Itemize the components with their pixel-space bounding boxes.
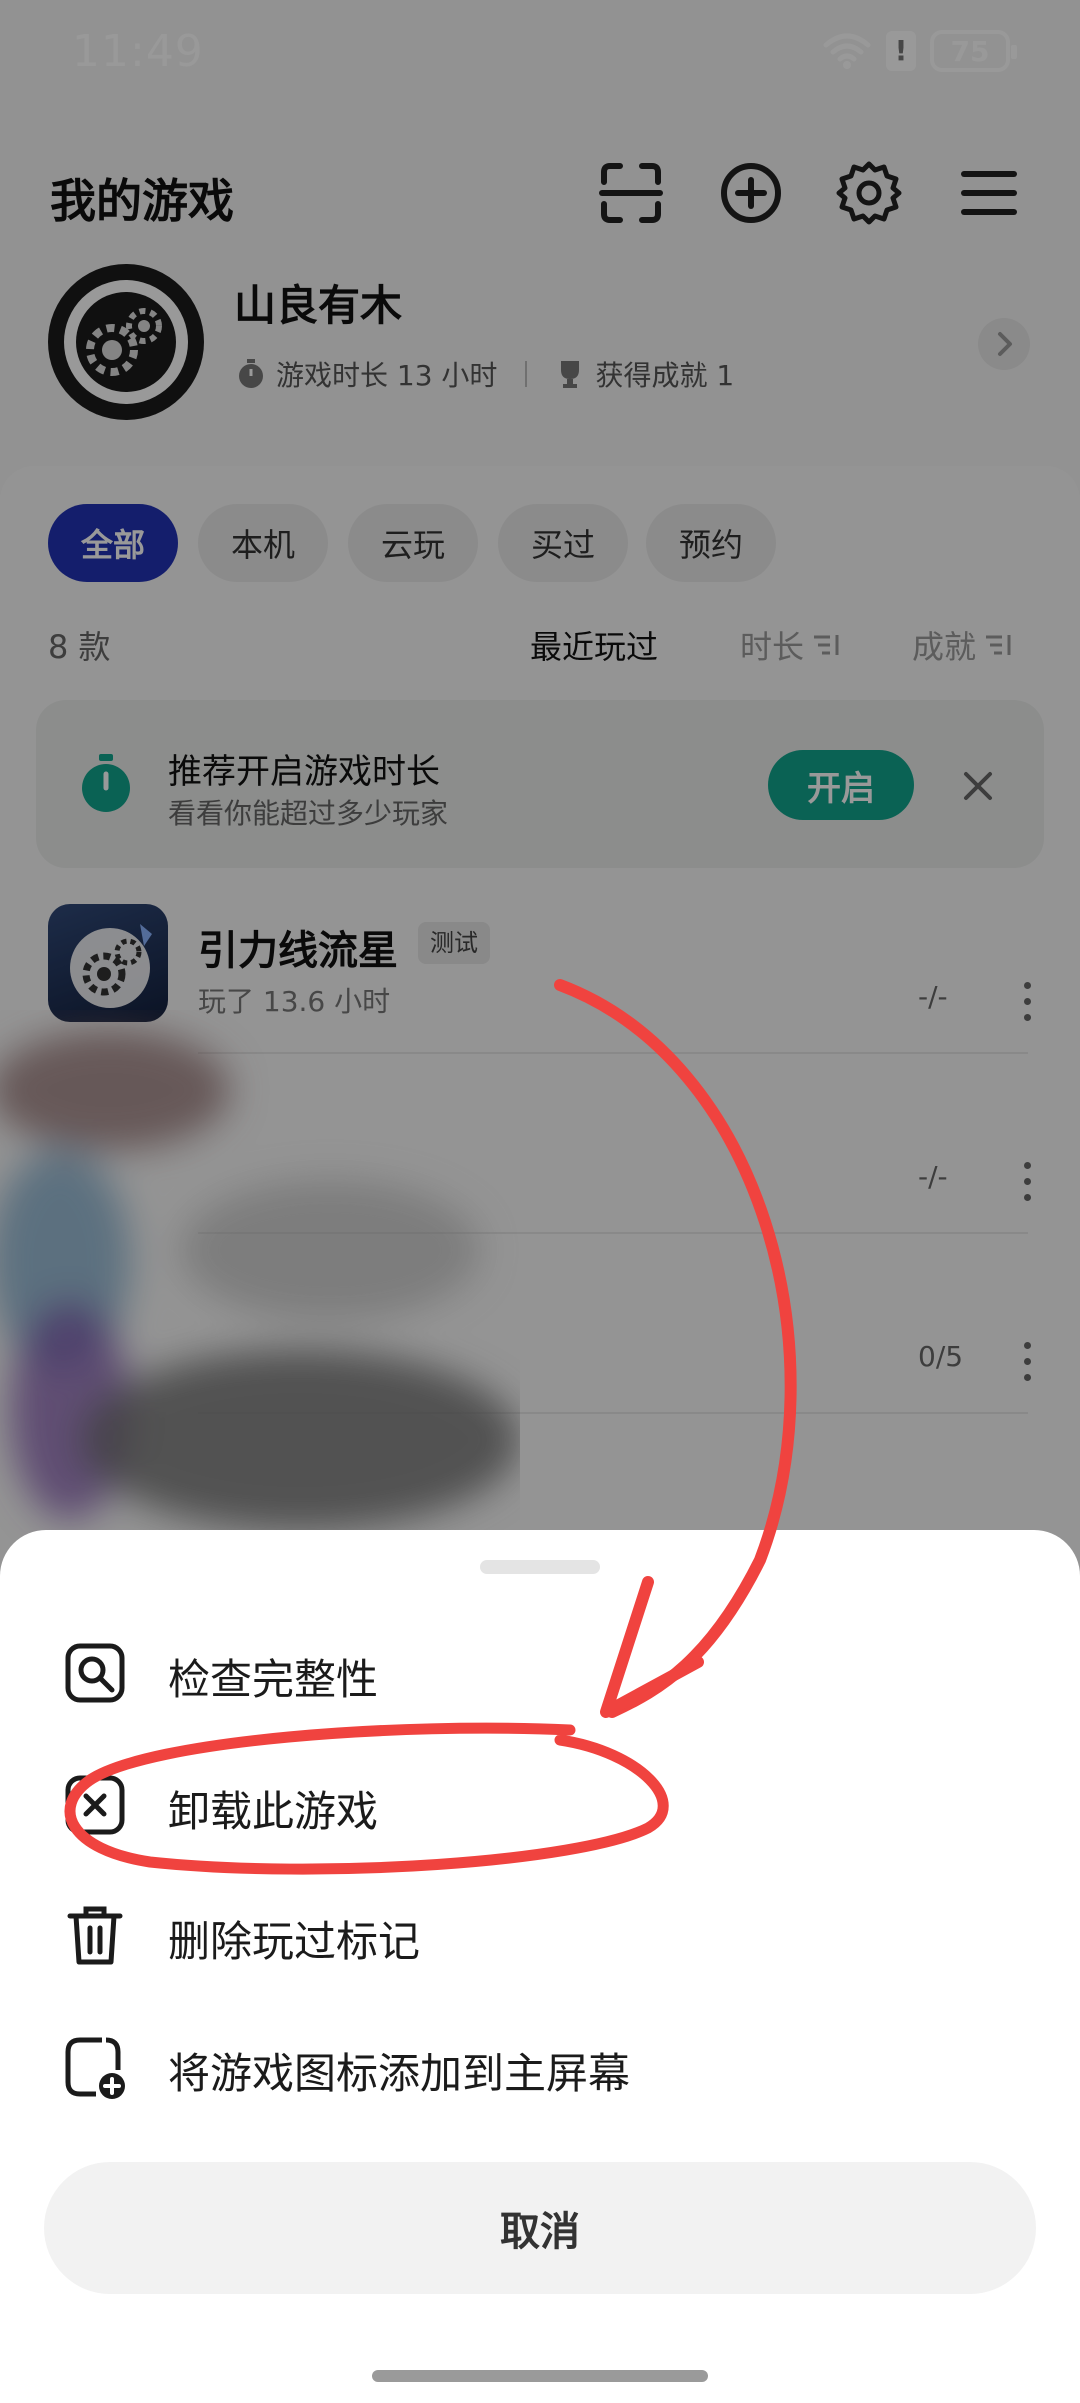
search-document-icon [65, 1643, 125, 1703]
trash-icon [67, 1906, 123, 1965]
add-to-homescreen-icon [65, 2037, 125, 2099]
uninstall-x-icon [65, 1775, 125, 1835]
menu-check-integrity[interactable]: 检查完整性 [168, 1646, 378, 1707]
menu-add-to-home-screen[interactable]: 将游戏图标添加到主屏幕 [168, 2040, 630, 2101]
cancel-button[interactable]: 取消 [44, 2162, 1036, 2294]
menu-remove-played-mark[interactable]: 删除玩过标记 [168, 1908, 420, 1969]
sheet-drag-handle[interactable] [480, 1560, 600, 1574]
home-indicator[interactable] [372, 2370, 708, 2382]
menu-uninstall-game[interactable]: 卸载此游戏 [168, 1778, 378, 1839]
